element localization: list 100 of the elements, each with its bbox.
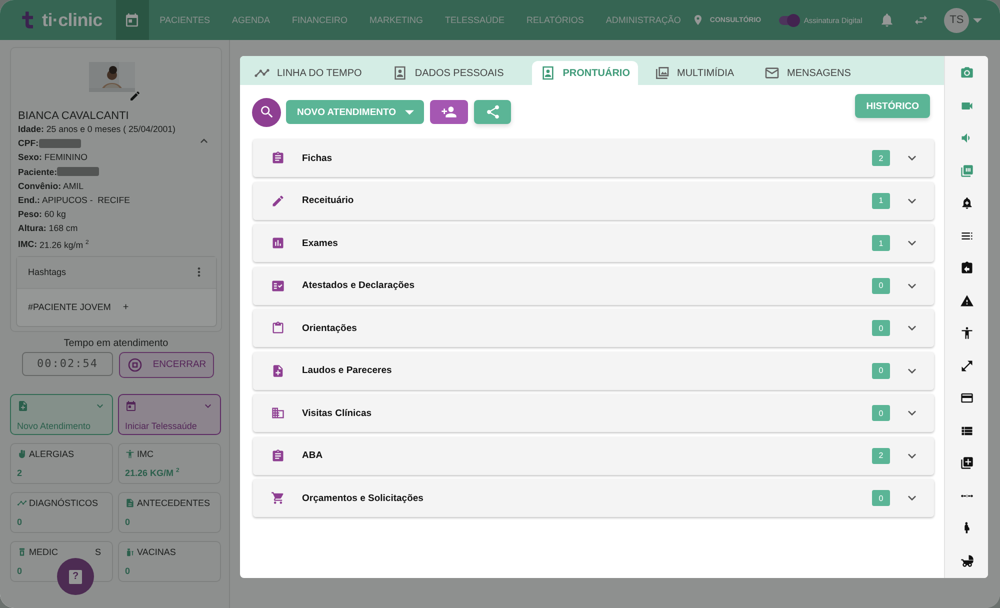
hashtag[interactable]: #PACIENTE JOVEM [28,302,111,312]
signature-toggle[interactable] [779,16,799,24]
section-title: ABA [302,450,324,461]
photos-icon [654,65,670,81]
stat-value: 0 [17,516,22,527]
action-card[interactable]: Iniciar Telessaúde [118,394,221,435]
building-icon [271,406,285,420]
count-badge: 1 [872,192,890,208]
count-badge: 0 [872,405,890,421]
field-value: 60 kg [43,208,66,222]
count-badge: 0 [872,490,890,506]
stat-card[interactable]: IMC 21.26 KG/M $^{2}$ [118,442,221,484]
stat-label: IMC [137,448,154,459]
pill-icon [17,546,27,557]
field-label: IMC: [18,238,38,251]
tab[interactable]: DADOS PESSOAIS [390,61,518,85]
hashtags-title: Hashtags [28,267,66,278]
stat-card[interactable]: VACINAS 0 [118,540,221,582]
field-value: FEMININO [43,151,88,164]
stroller-icon[interactable] [960,554,974,568]
person-icon [125,448,135,459]
accordion-row[interactable]: Orçamentos e Solicitações 0 [253,479,934,517]
stat-value: 0 [125,516,130,527]
search-button[interactable] [252,98,281,126]
field-label: End.: [18,194,40,208]
section-title: Orçamentos e Solicitações [302,492,424,504]
stat-label: ALERGIAS [29,448,74,459]
stat-label: DIAGNÓSTICOS [29,498,98,508]
stat-value: 2 [17,468,22,478]
stat-label: ANTECEDENTES [137,498,210,508]
add-person-button[interactable] [430,100,468,124]
calendar-icon [124,12,140,28]
pdf-icon[interactable] [960,164,974,178]
tab[interactable]: MENSAGENS [762,61,865,85]
add-hashtag-button[interactable]: + [122,302,129,313]
field-label: Sexo: [18,151,42,164]
count-badge: 0 [872,362,890,378]
section-title: Exames [302,238,339,248]
clipboard-icon[interactable] [960,261,974,275]
stat-value: 21.26 KG/M $^{2}$ [125,468,180,478]
tab[interactable]: PRONTUÁRIO [532,61,638,85]
warning-icon[interactable] [960,294,974,308]
clipboard-icon [271,448,285,462]
tab[interactable]: MULTIMÍDIA [652,61,748,85]
id-card-icon [540,65,556,81]
patient-name: BIANCA CAVALCANTI [18,110,130,122]
action-label: Iniciar Telessaúde [125,420,198,431]
field-value: APIPUCOS - RECIFE [40,194,130,208]
hand-icon [17,448,27,459]
stat-card[interactable]: DIAGNÓSTICOS 0 [10,492,113,533]
stat-card[interactable]: ALERGIAS 2 [10,442,113,484]
logo-text: ti·clinic [42,10,102,30]
calendar-nav-tab[interactable] [116,0,149,40]
accordion-row[interactable]: ABA 2 [253,436,934,474]
pencil-icon [271,194,285,208]
trend-icon [17,498,27,508]
cart-icon [271,491,285,505]
share-icon [484,104,501,120]
section-title: Atestados e Declarações [302,280,416,291]
card-icon[interactable] [960,391,974,405]
section-title: Visitas Clínicas [302,408,373,418]
add-person-icon [441,104,458,120]
checklist-icon [271,278,285,292]
add-alert-icon[interactable] [960,196,974,210]
field-value: AMIL [62,180,84,193]
person-icon[interactable] [960,326,974,340]
field-label: Peso: [18,208,42,222]
section-title: Receituário [302,195,355,206]
camera-icon[interactable] [960,66,974,80]
search-icon [258,104,274,120]
accordion-row[interactable]: Exames 1 [253,224,934,262]
stat-value: 0 [17,566,22,576]
accordion-row[interactable]: Atestados e Declarações 0 [253,266,934,304]
accordion-row[interactable]: Laudos e Pareceres 0 [253,352,934,390]
accordion-row[interactable]: Fichas 2 [253,139,934,177]
field-value: 25 anos e 0 meses ( 25/04/2001) [45,123,176,136]
end-button[interactable]: ENCERRAR [119,352,214,378]
timer-label: Tempo em atendimento [62,338,170,349]
count-badge: 1 [872,235,890,251]
accordion-row[interactable]: Orientações 0 [253,309,934,347]
stat-label: S [95,546,102,557]
expand-icon[interactable] [960,358,974,372]
caret-icon [405,110,414,114]
location-icon [692,14,704,26]
id-badge-icon [392,65,408,81]
tab[interactable]: LINHA DO TEMPO [252,61,376,85]
note-add-icon [271,364,285,378]
count-badge: 2 [872,448,890,464]
accordion-row[interactable]: Receituário 1 [253,182,934,220]
field-value: 21.26 kg/m $^{2}$ [38,238,89,252]
action-label: Novo Atendimento [17,420,92,431]
stat-card[interactable]: ANTECEDENTES 0 [118,492,221,533]
field-label: Convênio: [18,180,62,193]
timer-display: 00:02:54 [22,352,113,376]
user-avatar[interactable]: TS [944,8,969,32]
field-label: Paciente: [18,166,58,179]
section-title: Laudos e Pareceres [302,365,393,376]
add-copy-icon[interactable] [960,456,974,470]
count-badge: 0 [872,320,890,336]
accordion-row[interactable]: Visitas Clínicas 0 [253,394,934,432]
